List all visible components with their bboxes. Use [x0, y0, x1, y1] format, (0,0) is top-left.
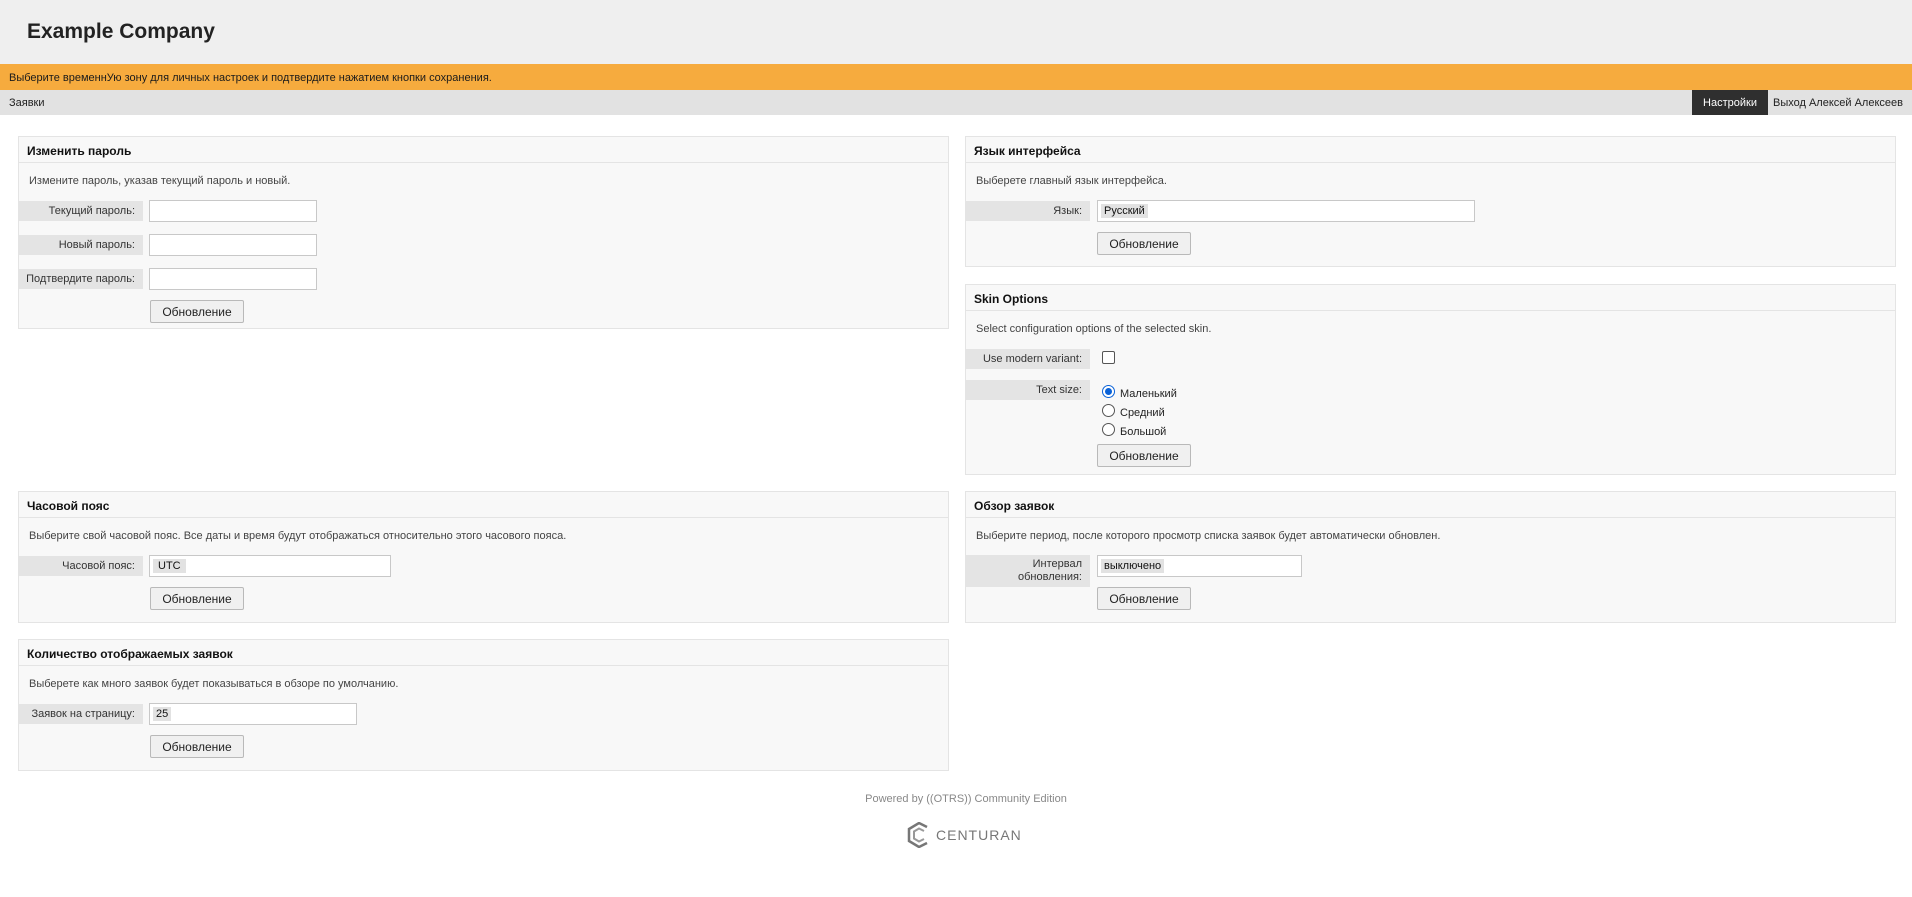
- text-size-label: Text size:: [966, 380, 1090, 400]
- centuran-logo[interactable]: CENTURAN: [907, 822, 1027, 848]
- new-password-label: Новый пароль:: [19, 235, 143, 255]
- powered-by-link[interactable]: Powered by ((OTRS)) Community Edition: [0, 793, 1912, 805]
- timezone-panel: Часовой пояс Выберите свой часовой пояс.…: [18, 491, 949, 623]
- language-panel: Язык интерфейса Выберете главный язык ин…: [965, 136, 1896, 267]
- change-password-title: Изменить пароль: [19, 137, 948, 163]
- text-size-small-radio[interactable]: [1102, 385, 1115, 398]
- language-description: Выберете главный язык интерфейса.: [976, 175, 1167, 187]
- nav-logout[interactable]: Выход Алексей Алексеев: [1773, 97, 1903, 109]
- skin-options-description: Select configuration options of the sele…: [976, 323, 1212, 335]
- modern-variant-label: Use modern variant:: [966, 349, 1090, 369]
- language-select[interactable]: Русский: [1097, 200, 1475, 222]
- timezone-title: Часовой пояс: [19, 492, 948, 518]
- timezone-selected-value: UTC: [153, 559, 186, 573]
- refresh-interval-selected-value: выключено: [1101, 559, 1165, 573]
- ticket-count-panel: Количество отображаемых заявок Выберете …: [18, 639, 949, 771]
- text-size-medium-label[interactable]: Средний: [1120, 407, 1165, 419]
- text-size-large-label[interactable]: Большой: [1120, 426, 1166, 438]
- ticket-overview-description: Выберите период, после которого просмотр…: [976, 530, 1441, 542]
- language-selected-value: Русский: [1101, 204, 1148, 218]
- refresh-interval-label-line2: обновления:: [1018, 571, 1082, 583]
- language-title: Язык интерфейса: [966, 137, 1895, 163]
- nav-preferences[interactable]: Настройки: [1692, 90, 1768, 115]
- timezone-label: Часовой пояс:: [19, 556, 143, 576]
- ticket-count-description: Выберете как много заявок будет показыва…: [29, 678, 399, 690]
- update-ticket-count-button[interactable]: Обновление: [150, 735, 244, 758]
- text-size-small-label[interactable]: Маленький: [1120, 388, 1177, 400]
- navigation-bar: Заявки Настройки Выход Алексей Алексеев: [0, 90, 1912, 115]
- tickets-per-page-selected-value: 25: [153, 707, 172, 721]
- change-password-panel: Изменить пароль Измените пароль, указав …: [18, 136, 949, 329]
- timezone-notice[interactable]: Выберите временнУю зону для личных настр…: [0, 64, 1912, 90]
- language-label: Язык:: [966, 201, 1090, 221]
- ticket-count-title: Количество отображаемых заявок: [19, 640, 948, 666]
- ticket-overview-title: Обзор заявок: [966, 492, 1895, 518]
- refresh-interval-label: Интервал обновления:: [966, 555, 1090, 587]
- nav-tickets[interactable]: Заявки: [9, 97, 45, 109]
- update-language-button[interactable]: Обновление: [1097, 232, 1191, 255]
- change-password-description: Измените пароль, указав текущий пароль и…: [29, 175, 291, 187]
- update-password-button[interactable]: Обновление: [150, 300, 244, 323]
- centuran-logo-icon: [907, 822, 928, 848]
- refresh-interval-select[interactable]: выключено: [1097, 555, 1302, 577]
- update-ticket-overview-button[interactable]: Обновление: [1097, 587, 1191, 610]
- timezone-description: Выберите свой часовой пояс. Все даты и в…: [29, 530, 567, 542]
- header-bar: Example Company: [0, 0, 1912, 64]
- current-password-label: Текущий пароль:: [19, 201, 143, 221]
- refresh-interval-label-line1: Интервал: [1032, 558, 1082, 570]
- company-name: Example Company: [27, 20, 215, 43]
- skin-options-panel: Skin Options Select configuration option…: [965, 284, 1896, 475]
- current-password-input[interactable]: [149, 200, 317, 222]
- tickets-per-page-label: Заявок на страницу:: [19, 704, 143, 724]
- ticket-overview-panel: Обзор заявок Выберите период, после кото…: [965, 491, 1896, 623]
- tickets-per-page-select[interactable]: 25: [149, 703, 357, 725]
- text-size-large-radio[interactable]: [1102, 423, 1115, 436]
- confirm-password-label: Подтвердите пароль:: [19, 269, 143, 289]
- text-size-medium-radio[interactable]: [1102, 404, 1115, 417]
- new-password-input[interactable]: [149, 234, 317, 256]
- centuran-brand-name: CENTURAN: [936, 827, 1022, 843]
- timezone-select[interactable]: UTC: [149, 555, 391, 577]
- update-skin-button[interactable]: Обновление: [1097, 444, 1191, 467]
- skin-options-title: Skin Options: [966, 285, 1895, 311]
- confirm-password-input[interactable]: [149, 268, 317, 290]
- modern-variant-checkbox[interactable]: [1102, 351, 1115, 364]
- update-timezone-button[interactable]: Обновление: [150, 587, 244, 610]
